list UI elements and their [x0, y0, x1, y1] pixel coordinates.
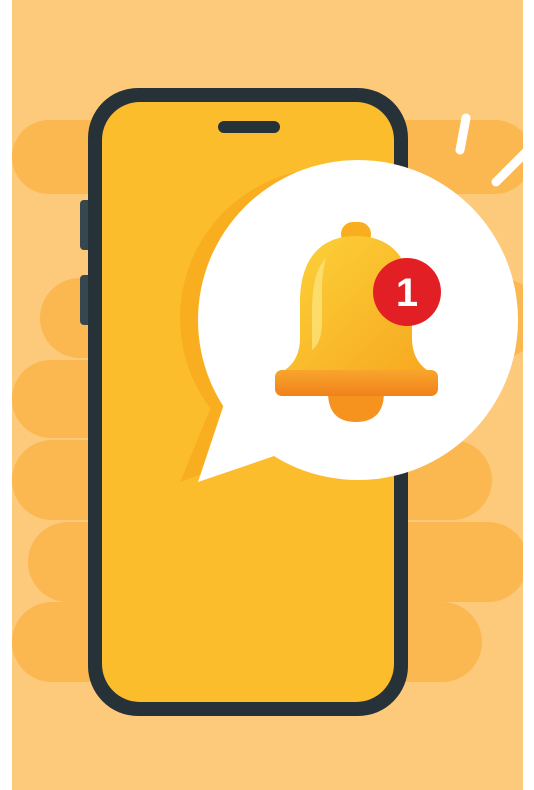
illustration-stage: 1	[0, 0, 534, 790]
phone-speaker	[218, 121, 280, 133]
notification-illustration: 1	[12, 0, 534, 790]
notification-badge: 1	[373, 258, 441, 326]
badge-count: 1	[396, 271, 418, 315]
bell-base	[275, 370, 438, 396]
